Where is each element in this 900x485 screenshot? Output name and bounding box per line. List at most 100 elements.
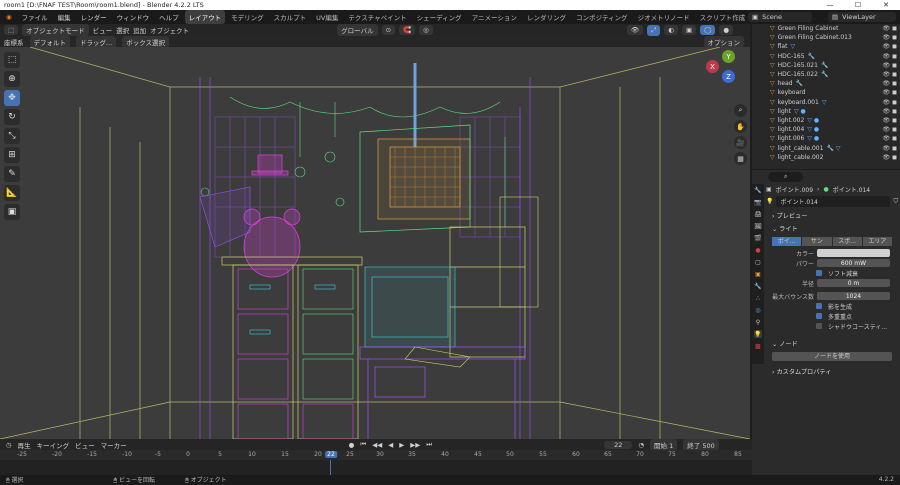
tab-compositing[interactable]: コンポジティング xyxy=(572,10,632,24)
menu-add[interactable]: 追加 xyxy=(133,25,146,35)
light-type-area[interactable]: エリア xyxy=(862,237,892,246)
pivot-icon[interactable]: ⊙ xyxy=(381,25,396,35)
tab-uv[interactable]: UV編集 xyxy=(312,10,342,24)
record-icon[interactable]: ● xyxy=(349,441,355,449)
select-tool-icon[interactable]: ⬚ xyxy=(4,52,20,68)
outliner-row[interactable]: ▽ head 🔧 👁 ◼ xyxy=(752,79,900,88)
outliner-row[interactable]: ▽ Green Filing Cabinet 👁 ◼ xyxy=(752,24,900,33)
light-type-sun[interactable]: サン xyxy=(802,237,832,246)
world-tab-icon[interactable]: ● xyxy=(754,246,762,254)
visibility-eye-icon[interactable]: 👁 ◼ xyxy=(882,145,897,152)
power-field[interactable]: 600 mW xyxy=(817,259,890,267)
outliner-row[interactable]: ▽ light.004 ▽ ● 👁 ◼ xyxy=(752,125,900,134)
shading-wireframe-icon[interactable]: ◯ xyxy=(700,25,716,35)
outliner-row[interactable]: ▽ flat ▽ 👁 ◼ xyxy=(752,42,900,51)
grid-view-icon[interactable]: ▦ xyxy=(734,152,747,165)
clock-icon[interactable]: ◔ xyxy=(638,441,644,449)
visibility-eye-icon[interactable]: 👁 ◼ xyxy=(882,99,897,106)
3d-viewport[interactable] xyxy=(0,47,750,439)
menu-select[interactable]: 選択 xyxy=(116,25,129,35)
jump-end-icon[interactable]: ⏭ xyxy=(426,440,432,449)
visibility-eye-icon[interactable]: 👁 ◼ xyxy=(882,25,897,32)
visibility-eye-icon[interactable]: 👁 ◼ xyxy=(882,117,897,124)
drag-selector[interactable]: ドラッグ... xyxy=(76,35,117,48)
light-data-tab-icon[interactable]: 💡 xyxy=(754,330,762,338)
menu-file[interactable]: ファイル xyxy=(18,12,52,22)
menu-window[interactable]: ウィンドウ xyxy=(113,12,154,22)
mis-checkbox[interactable] xyxy=(816,313,822,319)
search-field[interactable]: ⌕ xyxy=(768,172,804,182)
visibility-eye-icon[interactable]: 👁 ◼ xyxy=(882,43,897,50)
maximize-button[interactable]: ☐ xyxy=(844,1,872,9)
output-tab-icon[interactable]: 🖨 xyxy=(754,210,762,218)
menu-view[interactable]: ビュー xyxy=(93,25,113,35)
outliner-row[interactable]: ▽ light.002 ▽ ● 👁 ◼ xyxy=(752,116,900,125)
tool-tab-icon[interactable]: 🔧 xyxy=(754,186,762,194)
measure-tool-icon[interactable]: 📐 xyxy=(4,185,20,201)
particles-tab-icon[interactable]: ∴ xyxy=(754,294,762,302)
caustics-row[interactable]: シャドウコースティ... xyxy=(766,321,898,331)
gizmo-z-axis-icon[interactable]: Z xyxy=(722,70,735,83)
gizmo-x-axis-icon[interactable]: X xyxy=(706,60,719,73)
outliner-row[interactable]: ▽ HDC-165.022 🔧 👁 ◼ xyxy=(752,70,900,79)
tab-rendering[interactable]: レンダリング xyxy=(523,10,570,24)
outliner-row[interactable]: ▽ keyboard.001 ▽ 👁 ◼ xyxy=(752,98,900,107)
caustics-checkbox[interactable] xyxy=(816,323,822,329)
gizmo-y-axis-icon[interactable]: Y xyxy=(722,50,735,63)
scale-tool-icon[interactable]: ⤡ xyxy=(4,128,20,144)
playhead[interactable] xyxy=(330,460,331,475)
tab-shading[interactable]: シェーディング xyxy=(413,10,466,24)
datablock-name-field[interactable]: ポイント.014 xyxy=(776,196,891,207)
play-reverse-icon[interactable]: ◀ xyxy=(388,441,393,449)
timeline-view-menu[interactable]: ビュー xyxy=(75,440,95,450)
zoom-icon[interactable]: ⌕ xyxy=(734,104,747,117)
jump-start-icon[interactable]: ⏮ xyxy=(360,440,366,449)
collection-tab-icon[interactable]: ▢ xyxy=(754,258,762,266)
tab-animation[interactable]: アニメーション xyxy=(468,10,521,24)
prev-key-icon[interactable]: ◀◀ xyxy=(372,441,382,449)
add-cube-tool-icon[interactable]: ▣ xyxy=(4,204,20,220)
visibility-eye-icon[interactable]: 👁 ◼ xyxy=(882,34,897,41)
scene-tab-icon[interactable]: 🎬 xyxy=(754,234,762,242)
coord-selector[interactable]: デフォルト xyxy=(29,35,70,48)
soft-falloff-checkbox[interactable] xyxy=(816,270,822,276)
blender-logo-icon[interactable]: ◉ xyxy=(2,13,16,21)
outliner-row[interactable]: ▽ light.006 ▽ ● 👁 ◼ xyxy=(752,134,900,143)
marker-menu[interactable]: マーカー xyxy=(101,440,127,450)
constraints-tab-icon[interactable]: ⚲ xyxy=(754,318,762,326)
playback-menu[interactable]: 再生 xyxy=(18,440,31,450)
cast-shadow-checkbox[interactable] xyxy=(816,303,822,309)
outliner-row[interactable]: ▽ light_cable.001 🔧 ▽ 👁 ◼ xyxy=(752,143,900,152)
visibility-eye-icon[interactable]: 👁 ◼ xyxy=(882,62,897,69)
menu-edit[interactable]: 編集 xyxy=(54,12,75,22)
visibility-eye-icon[interactable]: 👁 ◼ xyxy=(882,135,897,142)
light-type-spot[interactable]: スポ... xyxy=(832,237,862,246)
editor-type-icon[interactable]: ⬚ xyxy=(4,25,19,35)
outliner-row[interactable]: ▽ light ▽ ● 👁 ◼ xyxy=(752,107,900,116)
xray-icon[interactable]: ▣ xyxy=(681,25,697,35)
max-bounces-field[interactable]: 1024 xyxy=(817,292,890,300)
tab-geometry-nodes[interactable]: ジオメトリノード xyxy=(634,10,694,24)
outliner-row[interactable]: ▽ HDC-165.021 🔧 👁 ◼ xyxy=(752,61,900,70)
close-button[interactable]: ✕ xyxy=(872,1,900,9)
shield-icon[interactable]: ⛉ xyxy=(893,198,898,206)
viewlayer-selector[interactable]: ▤ ViewLayer xyxy=(828,12,896,22)
visibility-eye-icon[interactable]: 👁 ◼ xyxy=(882,80,897,87)
color-swatch[interactable] xyxy=(817,249,890,257)
end-frame-field[interactable]: 終了 500 xyxy=(683,438,719,451)
visibility-eye-icon[interactable]: 👁 ◼ xyxy=(882,53,897,60)
annotate-tool-icon[interactable]: ✎ xyxy=(4,166,20,182)
physics-tab-icon[interactable]: ◎ xyxy=(754,306,762,314)
overlay-icon[interactable]: ◐ xyxy=(664,25,678,35)
light-type-point[interactable]: ポイ... xyxy=(772,237,802,246)
tab-scripting[interactable]: スクリプト作成 xyxy=(696,10,750,24)
cursor-tool-icon[interactable]: ⊕ xyxy=(4,71,20,87)
minimize-button[interactable]: — xyxy=(816,1,844,9)
render-tab-icon[interactable]: 📷 xyxy=(754,198,762,206)
custom-props-section[interactable]: › カスタムプロパティ xyxy=(766,365,898,378)
cast-shadow-row[interactable]: 影を生成 xyxy=(766,301,898,311)
scene-selector[interactable]: ▣ Scene xyxy=(748,12,812,22)
keying-menu[interactable]: キーイング xyxy=(37,440,70,450)
use-nodes-button[interactable]: ノードを使用 xyxy=(772,352,892,361)
select-box-selector[interactable]: ボックス選択 xyxy=(122,35,170,48)
